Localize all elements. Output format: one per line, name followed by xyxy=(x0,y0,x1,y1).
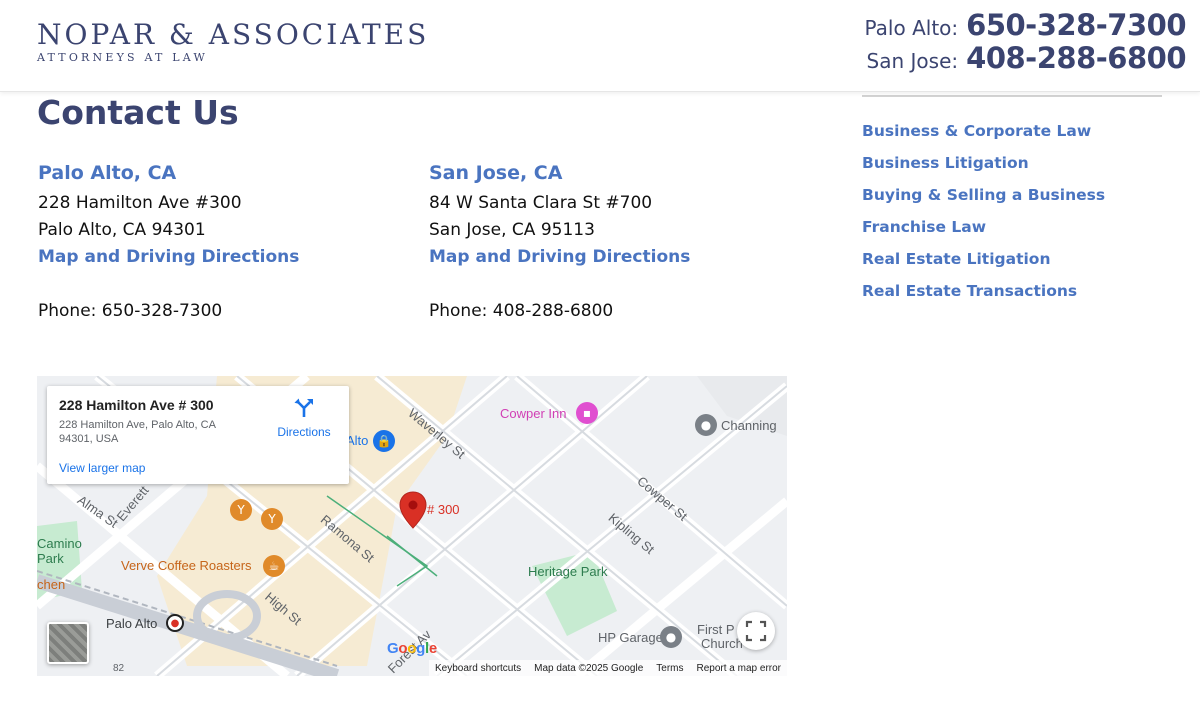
sidebar-link-business-corporate-law[interactable]: Business & Corporate Law xyxy=(862,122,1091,140)
map-place-label[interactable]: Cowper Inn xyxy=(500,406,566,421)
report-map-error-link[interactable]: Report a map error xyxy=(697,663,781,674)
location-pin-icon[interactable] xyxy=(399,491,427,529)
map-place-label: Church xyxy=(701,636,743,651)
sidebar-link-business-litigation[interactable]: Business Litigation xyxy=(862,154,1029,172)
sidebar-link-real-estate-litigation[interactable]: Real Estate Litigation xyxy=(862,250,1051,268)
directions-label: Directions xyxy=(277,425,331,439)
office-palo-alto: Palo Alto, CA 228 Hamilton Ave #300 Palo… xyxy=(38,162,418,325)
satellite-view-toggle[interactable] xyxy=(47,622,89,664)
header-phone-number[interactable]: 650-328-7300 xyxy=(966,8,1186,42)
map-place-label: First P xyxy=(697,622,735,637)
logo-tagline: ATTORNEYS AT LAW xyxy=(37,51,208,64)
google-map[interactable]: Waverley St Cowper St Kipling St Ramona … xyxy=(37,376,787,676)
header-phone-city: Palo Alto: xyxy=(864,16,959,40)
sidebar-item: Buying & Selling a Business xyxy=(862,185,1105,217)
map-place-label[interactable]: Channing xyxy=(721,418,777,433)
map-place-label[interactable]: Palo Alto xyxy=(106,616,157,631)
fullscreen-button[interactable] xyxy=(737,612,775,650)
office-address-line1: 228 Hamilton Ave #300 xyxy=(38,193,242,213)
site-header: NOPAR & ASSOCIATES ATTORNEYS AT LAW Palo… xyxy=(0,0,1200,92)
map-place-label[interactable]: HP Garage xyxy=(598,630,663,645)
map-data-attribution: Map data ©2025 Google xyxy=(534,662,644,674)
logo-name[interactable]: NOPAR & ASSOCIATES xyxy=(37,18,429,51)
map-place-label: Park xyxy=(37,551,64,566)
route-shield-label: 82 xyxy=(113,663,125,674)
map-place-label: Camino xyxy=(37,536,82,551)
header-phone-palo-alto: Palo Alto: 650-328-7300 xyxy=(864,8,1187,42)
practice-areas-nav: Business & Corporate Law Business Litiga… xyxy=(862,121,1105,313)
map-place-label[interactable]: Verve Coffee Roasters xyxy=(121,558,252,573)
map-footer: Keyboard shortcuts Map data ©2025 Google… xyxy=(428,660,787,676)
map-place-label[interactable]: Alto xyxy=(346,433,368,448)
sidebar-item: Real Estate Litigation xyxy=(862,249,1105,281)
train-station-icon[interactable]: ● xyxy=(166,614,184,632)
restaurant-icon[interactable]: Y xyxy=(230,499,252,521)
header-phone-number[interactable]: 408-288-6800 xyxy=(966,41,1186,75)
office-city: San Jose, CA xyxy=(429,162,563,184)
info-card-address: 228 Hamilton Ave, Palo Alto, CA 94301, U… xyxy=(59,419,216,445)
header-phone-san-jose: San Jose: 408-288-6800 xyxy=(865,41,1187,75)
directions-button[interactable]: Directions xyxy=(269,396,339,439)
coffee-icon[interactable]: ☕ xyxy=(263,555,285,577)
office-address-line1: 84 W Santa Clara St #700 xyxy=(429,193,653,213)
map-info-card: 228 Hamilton Ave # 300 228 Hamilton Ave,… xyxy=(47,386,349,484)
sidebar-link-real-estate-transactions[interactable]: Real Estate Transactions xyxy=(862,282,1077,300)
office-phone: Phone: 408-288-6800 xyxy=(429,301,614,321)
sidebar-divider xyxy=(862,95,1162,97)
header-phones: Palo Alto: 650-328-7300 San Jose: 408-28… xyxy=(864,8,1187,75)
office-address-line2: San Jose, CA 95113 xyxy=(429,220,595,240)
place-marker-icon[interactable]: ● xyxy=(660,626,682,648)
office-phone: Phone: 650-328-7300 xyxy=(38,301,223,321)
sidebar-item: Business Litigation xyxy=(862,153,1105,185)
map-place-label[interactable]: Heritage Park xyxy=(528,564,607,579)
restaurant-icon[interactable]: Y xyxy=(261,508,283,530)
sidebar-link-franchise-law[interactable]: Franchise Law xyxy=(862,218,986,236)
info-card-title: 228 Hamilton Ave # 300 xyxy=(59,397,214,413)
office-san-jose: San Jose, CA 84 W Santa Clara St #700 Sa… xyxy=(429,162,809,325)
keyboard-shortcuts-link[interactable]: Keyboard shortcuts xyxy=(435,663,521,674)
fullscreen-icon xyxy=(745,620,767,642)
sidebar-item: Business & Corporate Law xyxy=(862,121,1105,153)
terms-link[interactable]: Terms xyxy=(656,663,683,674)
view-larger-map-link[interactable]: View larger map xyxy=(59,461,145,475)
place-marker-icon[interactable]: ● xyxy=(695,414,717,436)
office-address-line2: Palo Alto, CA 94301 xyxy=(38,220,206,240)
marker-label: # 300 xyxy=(427,502,460,517)
hotel-icon[interactable]: ▪ xyxy=(576,402,598,424)
header-phone-city: San Jose: xyxy=(866,49,959,73)
sidebar-item: Franchise Law xyxy=(862,217,1105,249)
map-directions-link[interactable]: Map and Driving Directions xyxy=(38,244,418,271)
office-city: Palo Alto, CA xyxy=(38,162,177,184)
map-place-label: chen xyxy=(37,577,66,592)
sidebar-item: Real Estate Transactions xyxy=(862,281,1105,313)
lock-icon[interactable]: 🔒 xyxy=(373,430,395,452)
map-directions-link[interactable]: Map and Driving Directions xyxy=(429,244,809,271)
directions-icon xyxy=(294,398,313,417)
sidebar-link-buying-selling-business[interactable]: Buying & Selling a Business xyxy=(862,186,1105,204)
page-title: Contact Us xyxy=(37,93,239,132)
google-logo: Google xyxy=(387,640,437,657)
